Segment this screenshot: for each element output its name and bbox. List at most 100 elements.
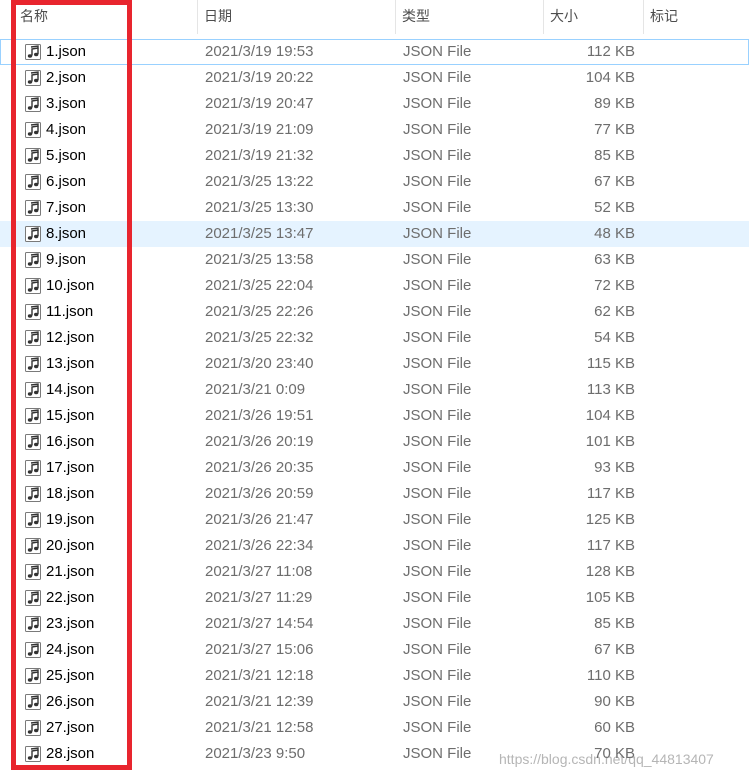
file-type: JSON File (403, 485, 472, 502)
file-date: 2021/3/27 11:08 (205, 563, 313, 580)
music-file-icon (24, 251, 42, 269)
file-row[interactable]: 12.json 2021/3/25 22:32 JSON File 54 KB (0, 325, 749, 351)
file-type: JSON File (403, 745, 472, 762)
file-row[interactable]: 18.json 2021/3/26 20:59 JSON File 117 KB (0, 481, 749, 507)
file-row[interactable]: 8.json 2021/3/25 13:47 JSON File 48 KB (0, 221, 749, 247)
music-file-icon (24, 329, 42, 347)
file-date: 2021/3/23 9:50 (205, 745, 306, 762)
file-size: 90 KB (594, 693, 635, 710)
file-row[interactable]: 10.json 2021/3/25 22:04 JSON File 72 KB (0, 273, 749, 299)
music-file-icon (24, 641, 42, 659)
music-file-icon (24, 719, 42, 737)
file-row[interactable]: 7.json 2021/3/25 13:30 JSON File 52 KB (0, 195, 749, 221)
file-date: 2021/3/21 12:39 (205, 693, 314, 710)
file-type: JSON File (403, 251, 472, 268)
file-row[interactable]: 16.json 2021/3/26 20:19 JSON File 101 KB (0, 429, 749, 455)
file-row[interactable]: 25.json 2021/3/21 12:18 JSON File 110 KB (0, 663, 749, 689)
file-type: JSON File (403, 303, 472, 320)
file-list: 1.json 2021/3/19 19:53 JSON File 112 KB 2.js… (0, 39, 749, 767)
file-type: JSON File (403, 69, 472, 86)
file-size: 67 KB (594, 641, 635, 658)
file-row[interactable]: 15.json 2021/3/26 19:51 JSON File 104 KB (0, 403, 749, 429)
file-row[interactable]: 5.json 2021/3/19 21:32 JSON File 85 KB (0, 143, 749, 169)
file-row[interactable]: 1.json 2021/3/19 19:53 JSON File 112 KB (0, 39, 749, 65)
file-size: 110 KB (586, 667, 635, 684)
file-name: 18.json (46, 485, 95, 502)
file-name: 16.json (46, 433, 95, 450)
file-date: 2021/3/19 20:47 (205, 95, 314, 112)
file-row[interactable]: 9.json 2021/3/25 13:58 JSON File 63 KB (0, 247, 749, 273)
column-header-date[interactable]: 日期 (198, 0, 394, 34)
file-name: 10.json (46, 277, 95, 294)
file-name: 20.json (46, 537, 95, 554)
file-date: 2021/3/26 19:51 (205, 407, 314, 424)
column-header-name[interactable]: 名称 (14, 0, 196, 34)
file-type: JSON File (403, 537, 472, 554)
file-row[interactable]: 19.json 2021/3/26 21:47 JSON File 125 KB (0, 507, 749, 533)
file-type: JSON File (403, 667, 472, 684)
file-row[interactable]: 2.json 2021/3/19 20:22 JSON File 104 KB (0, 65, 749, 91)
file-type: JSON File (403, 199, 472, 216)
file-row[interactable]: 26.json 2021/3/21 12:39 JSON File 90 KB (0, 689, 749, 715)
column-header-size[interactable]: 大小 (544, 0, 642, 34)
file-size: 112 KB (586, 43, 635, 60)
file-type: JSON File (403, 225, 472, 242)
music-file-icon (24, 589, 42, 607)
music-file-icon (24, 225, 42, 243)
music-file-icon (24, 537, 42, 555)
music-file-icon (24, 381, 42, 399)
file-name: 26.json (46, 693, 95, 710)
file-row[interactable]: 23.json 2021/3/27 14:54 JSON File 85 KB (0, 611, 749, 637)
file-name: 4.json (46, 121, 87, 138)
watermark: https://blog.csdn.net/qq_44813407 (499, 751, 714, 767)
file-row[interactable]: 17.json 2021/3/26 20:35 JSON File 93 KB (0, 455, 749, 481)
file-row[interactable]: 21.json 2021/3/27 11:08 JSON File 128 KB (0, 559, 749, 585)
file-row[interactable]: 6.json 2021/3/25 13:22 JSON File 67 KB (0, 169, 749, 195)
file-type: JSON File (403, 511, 472, 528)
file-row[interactable]: 4.json 2021/3/19 21:09 JSON File 77 KB (0, 117, 749, 143)
file-type: JSON File (403, 43, 472, 60)
file-date: 2021/3/25 22:32 (205, 329, 314, 346)
file-name: 14.json (46, 381, 95, 398)
file-name: 24.json (46, 641, 95, 658)
music-file-icon (24, 433, 42, 451)
music-file-icon (24, 303, 42, 321)
file-type: JSON File (403, 381, 472, 398)
file-row[interactable]: 24.json 2021/3/27 15:06 JSON File 67 KB (0, 637, 749, 663)
file-row[interactable]: 27.json 2021/3/21 12:58 JSON File 60 KB (0, 715, 749, 741)
file-size: 115 KB (586, 355, 635, 372)
file-name: 15.json (46, 407, 95, 424)
file-row[interactable]: 11.json 2021/3/25 22:26 JSON File 62 KB (0, 299, 749, 325)
file-date: 2021/3/21 0:09 (205, 381, 306, 398)
file-size: 85 KB (594, 147, 635, 164)
music-file-icon (24, 563, 42, 581)
file-size: 128 KB (585, 563, 635, 580)
file-type: JSON File (403, 329, 472, 346)
file-size: 52 KB (594, 199, 635, 216)
file-name: 11.json (46, 303, 94, 320)
file-name: 27.json (46, 719, 95, 736)
file-name: 8.json (46, 225, 87, 242)
file-name: 7.json (46, 199, 87, 216)
file-size: 101 KB (585, 433, 635, 450)
music-file-icon (24, 277, 42, 295)
music-file-icon (24, 459, 42, 477)
music-file-icon (24, 667, 42, 685)
file-type: JSON File (403, 355, 472, 372)
music-file-icon (24, 745, 42, 763)
music-file-icon (24, 407, 42, 425)
file-row[interactable]: 20.json 2021/3/26 22:34 JSON File 117 KB (0, 533, 749, 559)
file-type: JSON File (403, 95, 472, 112)
file-date: 2021/3/19 21:32 (205, 147, 314, 164)
file-row[interactable]: 22.json 2021/3/27 11:29 JSON File 105 KB (0, 585, 749, 611)
file-row[interactable]: 13.json 2021/3/20 23:40 JSON File 115 KB (0, 351, 749, 377)
file-size: 125 KB (585, 511, 635, 528)
file-row[interactable]: 14.json 2021/3/21 0:09 JSON File 113 KB (0, 377, 749, 403)
file-size: 72 KB (594, 277, 635, 294)
file-date: 2021/3/25 13:58 (205, 251, 314, 268)
column-header-tag[interactable]: 标记 (644, 0, 749, 34)
file-date: 2021/3/26 20:59 (205, 485, 314, 502)
file-type: JSON File (403, 433, 472, 450)
column-header-type[interactable]: 类型 (396, 0, 542, 34)
file-row[interactable]: 3.json 2021/3/19 20:47 JSON File 89 KB (0, 91, 749, 117)
